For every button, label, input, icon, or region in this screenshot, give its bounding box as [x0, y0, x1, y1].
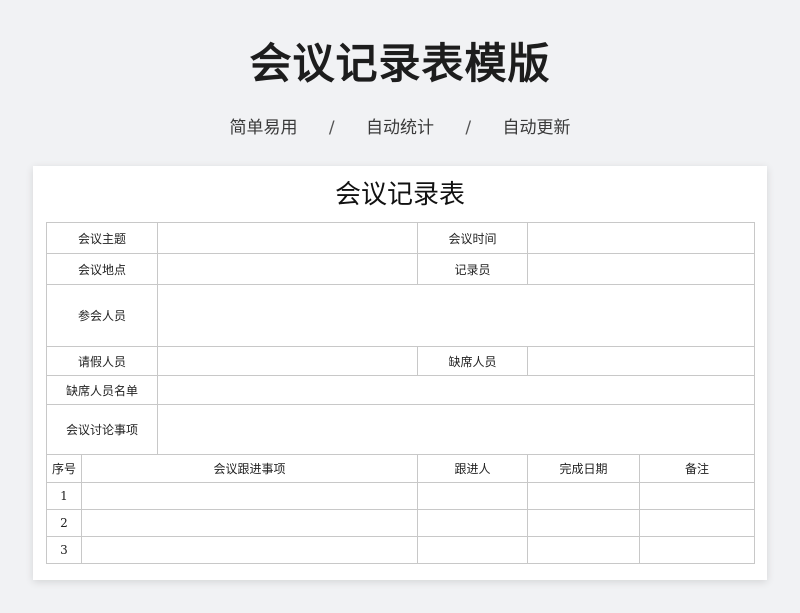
- label-time: 会议时间: [417, 222, 528, 254]
- label-location: 会议地点: [46, 253, 158, 285]
- sheet-title: 会议记录表: [334, 180, 465, 210]
- col-header-remarks: 备注: [639, 455, 755, 483]
- absent-list-value-cell[interactable]: [157, 375, 755, 405]
- owner-cell[interactable]: [417, 508, 528, 537]
- table-row: 会议主题 会议时间: [46, 222, 755, 254]
- table-row: 参会人员: [46, 284, 755, 347]
- location-value-cell[interactable]: [157, 253, 418, 285]
- table-row: 1: [46, 481, 755, 510]
- table-row: 请假人员 缺席人员: [46, 346, 755, 376]
- item-cell[interactable]: [81, 481, 418, 510]
- table-row: 会议讨论事项: [46, 404, 755, 455]
- time-value-cell[interactable]: [527, 222, 755, 254]
- record-grid: 会议主题 会议时间 会议地点 记录员 参会人员 请假人员 缺席人员 缺席人员名单…: [46, 222, 755, 564]
- tag-auto-update: 自动更新: [502, 118, 571, 138]
- col-header-item: 会议跟进事项: [81, 455, 418, 483]
- label-absent: 缺席人员: [417, 346, 528, 376]
- attendees-value-cell[interactable]: [157, 284, 755, 347]
- label-discussion: 会议讨论事项: [46, 404, 158, 455]
- followup-header-row: 序号 会议跟进事项 跟进人 完成日期 备注: [46, 455, 755, 483]
- owner-cell[interactable]: [417, 535, 528, 564]
- col-header-due-date: 完成日期: [527, 455, 640, 483]
- due-date-cell[interactable]: [527, 508, 640, 537]
- meeting-record-sheet: 会议记录表 会议主题 会议时间 会议地点 记录员 参会人员 请假人员 缺席人员 …: [33, 166, 767, 580]
- recorder-value-cell[interactable]: [527, 253, 755, 285]
- absent-value-cell[interactable]: [527, 346, 755, 376]
- topic-value-cell[interactable]: [157, 222, 418, 254]
- table-row: 会议地点 记录员: [46, 253, 755, 285]
- label-recorder: 记录员: [417, 253, 528, 285]
- separator: /: [465, 118, 472, 138]
- col-header-owner: 跟进人: [417, 455, 528, 483]
- col-header-no: 序号: [46, 455, 82, 483]
- owner-cell[interactable]: [417, 481, 528, 510]
- separator: /: [328, 118, 335, 138]
- remarks-cell[interactable]: [639, 508, 755, 537]
- table-row: 2: [46, 508, 755, 537]
- leave-value-cell[interactable]: [157, 346, 418, 376]
- label-absent-list: 缺席人员名单: [46, 375, 158, 405]
- item-cell[interactable]: [81, 535, 418, 564]
- tag-auto-stats: 自动统计: [366, 118, 434, 138]
- meeting-info-table: 会议主题 会议时间 会议地点 记录员 参会人员 请假人员 缺席人员 缺席人员名单…: [46, 222, 755, 455]
- row-number: 1: [46, 481, 82, 510]
- followup-table: 序号 会议跟进事项 跟进人 完成日期 备注 1 2 3: [46, 455, 755, 564]
- remarks-cell[interactable]: [639, 535, 755, 564]
- discussion-value-cell[interactable]: [157, 404, 755, 455]
- item-cell[interactable]: [81, 508, 418, 537]
- due-date-cell[interactable]: [527, 535, 640, 564]
- label-attendees: 参会人员: [46, 284, 158, 347]
- label-leave: 请假人员: [46, 346, 158, 376]
- tag-easy: 简单易用: [229, 118, 298, 138]
- table-row: 缺席人员名单: [46, 375, 755, 405]
- remarks-cell[interactable]: [639, 481, 755, 510]
- subtitle-row: 简单易用 / 自动统计 / 自动更新: [0, 113, 800, 138]
- table-row: 3: [46, 535, 755, 564]
- due-date-cell[interactable]: [527, 481, 640, 510]
- label-topic: 会议主题: [46, 222, 158, 254]
- page-title: 会议记录表模版: [249, 39, 551, 88]
- row-number: 3: [46, 535, 82, 564]
- row-number: 2: [46, 508, 82, 537]
